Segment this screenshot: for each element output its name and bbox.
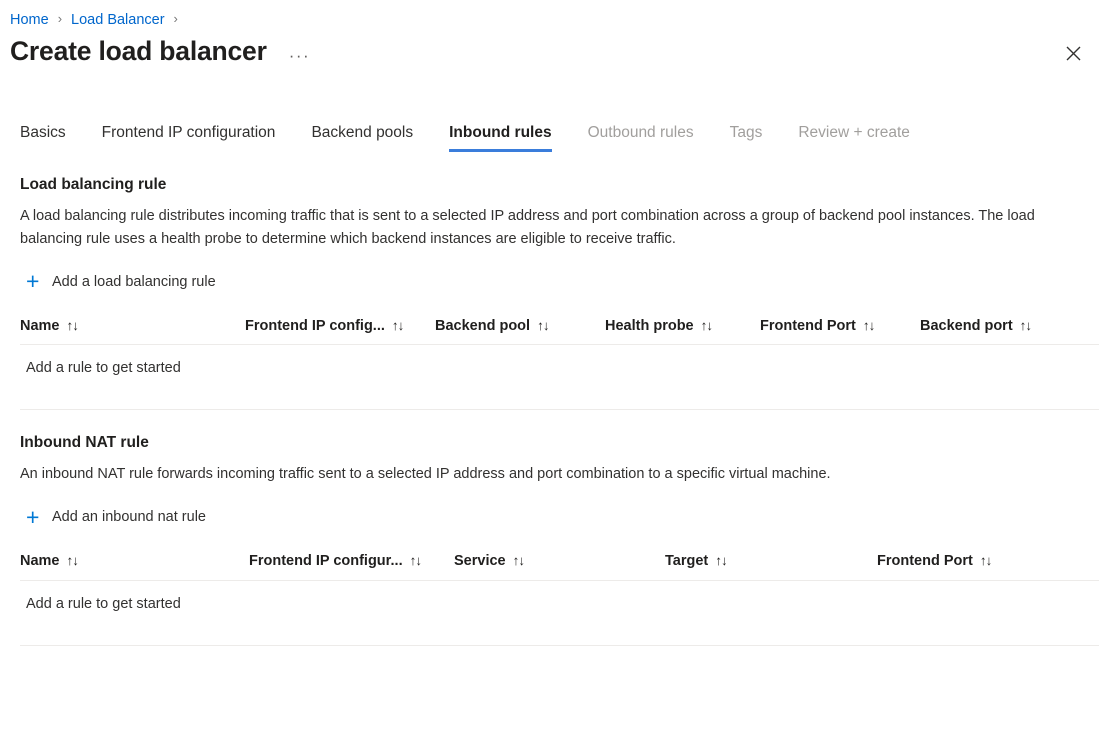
tab-backend-pools[interactable]: Backend pools (293, 122, 431, 152)
column-header-label: Name (20, 317, 60, 334)
sort-icon[interactable]: ↑↓ (980, 554, 992, 568)
sort-icon[interactable]: ↑↓ (67, 318, 79, 333)
sort-icon[interactable]: ↑↓ (537, 318, 549, 333)
section-title-inbound-nat-rule: Inbound NAT rule (20, 434, 149, 451)
sort-icon[interactable]: ↑↓ (1020, 318, 1032, 333)
column-header-label: Name (20, 553, 60, 569)
add-inbound-nat-rule-button[interactable]: + Add an inbound nat rule (20, 503, 206, 530)
tab-basics[interactable]: Basics (10, 122, 84, 152)
column-header-frontend-ip-configur[interactable]: Frontend IP configur... ↑↓ (249, 551, 454, 571)
sort-icon[interactable]: ↑↓ (513, 554, 525, 568)
tab-inbound-rules[interactable]: Inbound rules (431, 122, 569, 152)
table-load-balancing-rule: Name ↑↓ Frontend IP config... ↑↓ Backend poo… (20, 315, 1099, 410)
column-header-label: Frontend Port (760, 317, 856, 334)
breadcrumb-item-load-balancer[interactable]: Load Balancer (71, 10, 165, 30)
column-header-frontend-port[interactable]: Frontend Port ↑↓ (760, 316, 920, 336)
page-header: Create load balancer ··· (0, 30, 1099, 86)
column-header-label: Frontend IP config... (245, 317, 385, 334)
column-header-label: Service (454, 553, 506, 569)
breadcrumb-separator-icon: › (173, 11, 178, 26)
breadcrumb: Home › Load Balancer › (0, 0, 1099, 30)
plus-icon: + (26, 268, 40, 294)
column-header-health-probe[interactable]: Health probe ↑↓ (605, 316, 760, 336)
column-header-label: Target (665, 553, 709, 569)
column-header-name[interactable]: Name ↑↓ (20, 316, 245, 336)
column-header-service[interactable]: Service ↑↓ (454, 551, 665, 571)
plus-icon: + (26, 503, 40, 530)
add-load-balancing-rule-label: Add a load balancing rule (52, 273, 216, 290)
breadcrumb-item-home[interactable]: Home (10, 10, 49, 30)
sort-icon[interactable]: ↑↓ (67, 554, 79, 568)
wizard-tabs: Basics Frontend IP configuration Backend p… (0, 112, 1099, 152)
table-header-row: Name ↑↓ Frontend IP configur... ↑↓ Service ↑↓… (20, 551, 1099, 581)
more-options-icon[interactable]: ··· (289, 47, 310, 64)
close-button[interactable] (1057, 37, 1089, 69)
column-header-label: Backend port (920, 317, 1013, 334)
add-load-balancing-rule-button[interactable]: + Add a load balancing rule (20, 270, 216, 293)
section-inbound-nat-rule: Inbound NAT rule An inbound NAT rule forw… (10, 432, 1099, 646)
column-header-label: Backend pool (435, 317, 531, 334)
table-body: Add a rule to get started (20, 581, 1099, 646)
column-header-backend-pool[interactable]: Backend pool ↑↓ (435, 316, 605, 336)
column-header-backend-port[interactable]: Backend port ↑↓ (920, 316, 1090, 336)
sort-icon[interactable]: ↑↓ (392, 318, 404, 333)
close-icon (1066, 46, 1081, 61)
table-empty-message: Add a rule to get started (26, 595, 181, 612)
table-body: Add a rule to get started (20, 345, 1099, 410)
section-description-inbound-nat-rule: An inbound NAT rule forwards incoming tr… (20, 466, 831, 482)
tab-review-create: Review + create (798, 124, 910, 141)
column-header-name[interactable]: Name ↑↓ (20, 551, 249, 571)
table-header-row: Name ↑↓ Frontend IP config... ↑↓ Backend poo… (20, 315, 1099, 345)
column-header-label: Frontend Port (877, 553, 973, 569)
page-title: Create load balancer (10, 36, 267, 66)
column-header-label: Frontend IP configur... (249, 553, 403, 569)
sort-icon[interactable]: ↑↓ (863, 318, 875, 333)
sort-icon[interactable]: ↑↓ (715, 554, 727, 568)
column-header-target[interactable]: Target ↑↓ (665, 551, 877, 571)
sort-icon[interactable]: ↑↓ (701, 318, 713, 333)
sort-icon[interactable]: ↑↓ (410, 554, 422, 568)
main-content: Load balancing rule A load balancing rule… (0, 174, 1099, 646)
breadcrumb-separator-icon: › (57, 11, 63, 26)
table-inbound-nat-rule: Name ↑↓ Frontend IP configur... ↑↓ Service ↑↓… (20, 551, 1099, 646)
column-header-frontend-port[interactable]: Frontend Port ↑↓ (877, 551, 1057, 571)
section-load-balancing-rule: Load balancing rule A load balancing rule… (10, 174, 1099, 410)
tab-outbound-rules: Outbound rules (587, 124, 694, 141)
tab-frontend-ip-configuration[interactable]: Frontend IP configuration (84, 122, 294, 152)
column-header-label: Health probe (605, 317, 694, 334)
add-inbound-nat-rule-label: Add an inbound nat rule (52, 509, 206, 525)
table-empty-message: Add a rule to get started (26, 360, 181, 376)
section-description-load-balancing-rule: A load balancing rule distributes incomi… (20, 208, 1035, 247)
column-header-frontend-ip-config[interactable]: Frontend IP config... ↑↓ (245, 316, 435, 336)
section-title-load-balancing-rule: Load balancing rule (20, 176, 167, 193)
tab-tags: Tags (729, 124, 763, 141)
